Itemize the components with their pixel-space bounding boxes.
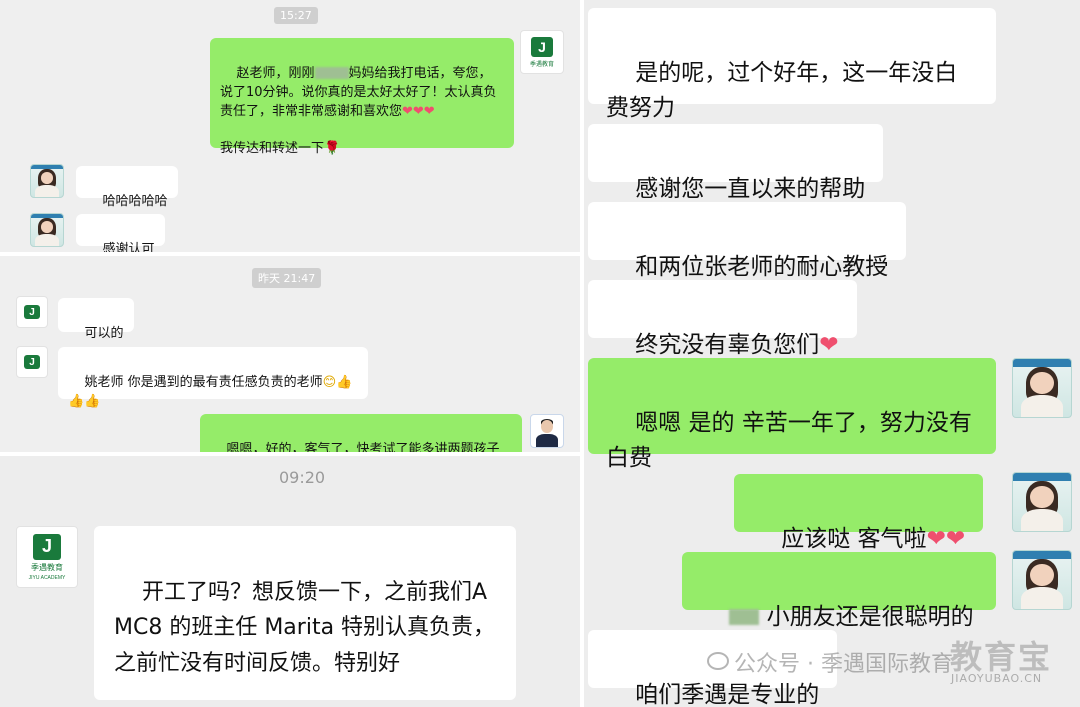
chat-panel-4: 是的呢，过个好年，这一年没白费努力 感谢您一直以来的帮助 和两位张老师的耐心教授… <box>584 0 1080 707</box>
timestamp: 昨天 21:47 <box>252 268 322 288</box>
logo-name: 季遇教育 <box>31 562 63 572</box>
heart-icon: ❤ <box>819 331 839 358</box>
logo-mark: J <box>531 36 553 57</box>
avatar-teacher[interactable] <box>30 164 64 198</box>
message-text: 赵老师，刚刚 <box>236 65 315 81</box>
message-text: 我传达和转述一下 <box>220 141 325 157</box>
chat-panel-1: 15:27 赵老师，刚刚 妈妈给我打电话，夸您，说了10分钟。说你真的是太好太好了… <box>0 0 580 252</box>
message-bubble-7[interactable]: 小朋友还是很聪明的 <box>682 552 996 630</box>
message-text: 嗯嗯，好的，客气了，快考试了能多讲两题孩子也能少点困扰 <box>226 441 500 452</box>
logo-name: 季遇教育 <box>529 61 554 68</box>
message-bubble-thanks[interactable]: 感谢认可 <box>76 214 165 252</box>
message-text: 和两位张老师的耐心教授 <box>635 253 889 280</box>
message-text: 开工了吗？想反馈一下，之前我们AMC8 的班主任 Marita 特别认真负责，之… <box>114 580 496 676</box>
chat-panel-2: 昨天 21:47 J 可以的 J 姚老师 你是遇到的最有责任感负责的老师😊👍👍👍… <box>0 256 580 452</box>
avatar-teacher[interactable] <box>1012 550 1072 610</box>
message-bubble-1[interactable]: 是的呢，过个好年，这一年没白费努力 <box>588 8 996 121</box>
avatar-jiyu-logo[interactable]: J 季遇教育 <box>520 30 564 74</box>
message-text: 姚老师 你是遇到的最有责任感负责的老师 <box>84 374 323 390</box>
watermark-site-url: JIAOYUBAO.CN <box>951 672 1043 685</box>
message-bubble-feedback[interactable]: 开工了吗？想反馈一下，之前我们AMC8 的班主任 Marita 特别认真负责，之… <box>94 526 516 700</box>
message-bubble-4[interactable]: 终究没有辜负您们❤ <box>588 280 857 358</box>
message-text: 应该哒 客气啦 <box>781 525 927 552</box>
message-bubble-haha[interactable]: 哈哈哈哈哈 <box>76 166 178 209</box>
message-bubble-2[interactable]: 感谢您一直以来的帮助 <box>588 124 884 202</box>
timestamp: 15:27 <box>274 7 318 24</box>
message-text: 感谢您一直以来的帮助 <box>635 175 866 202</box>
message-bubble-3[interactable]: 和两位张老师的耐心教授 <box>588 202 907 280</box>
avatar-jiyu-logo[interactable]: J <box>16 346 48 378</box>
redacted-name <box>729 609 760 626</box>
timestamp: 09:20 <box>279 468 326 487</box>
message-bubble-5[interactable]: 嗯嗯 是的 辛苦一年了，努力没有白费 <box>588 358 996 471</box>
redacted-name <box>314 67 349 80</box>
message-text: 感谢认可 <box>102 241 155 252</box>
message-text: 嗯嗯 是的 辛苦一年了，努力没有白费 <box>606 409 972 472</box>
avatar-teacher[interactable] <box>1012 358 1072 418</box>
rose-icon: 🌹 <box>324 141 341 157</box>
message-text: 可以的 <box>84 325 124 341</box>
message-text: 终究没有辜负您们 <box>635 331 820 358</box>
avatar-teacher[interactable] <box>30 213 64 247</box>
message-bubble-yao[interactable]: 姚老师 你是遇到的最有责任感负责的老师😊👍👍👍 <box>58 347 368 409</box>
message-text: 小朋友还是很聪明的 <box>766 603 974 630</box>
logo-mark: J <box>24 355 40 369</box>
logo-en: JIYU ACADEMY <box>28 574 66 581</box>
message-bubble-6[interactable]: 应该哒 客气啦❤❤ <box>734 474 984 552</box>
message-bubble-ok[interactable]: 可以的 <box>58 298 134 341</box>
avatar-teacher-man[interactable] <box>530 414 564 448</box>
avatar-teacher[interactable] <box>1012 472 1072 532</box>
heart-icon: ❤❤❤ <box>402 103 435 119</box>
message-text: 哈哈哈哈哈 <box>102 193 168 209</box>
heart-icon: ❤❤ <box>926 525 966 552</box>
watermark-account: 公众号 · 季遇国际教育 <box>734 652 953 677</box>
message-bubble-reply[interactable]: 嗯嗯，好的，客气了，快考试了能多讲两题孩子也能少点困扰 <box>200 414 522 452</box>
logo-mark: J <box>24 305 40 319</box>
message-text: 是的呢，过个好年，这一年没白费努力 <box>606 59 958 122</box>
chat-panel-3: 09:20 J 季遇教育 JIYU ACADEMY 开工了吗？想反馈一下，之前我… <box>0 456 580 707</box>
avatar-jiyu-logo[interactable]: J 季遇教育 JIYU ACADEMY <box>16 526 78 588</box>
avatar-jiyu-logo[interactable]: J <box>16 296 48 328</box>
logo-mark: J <box>33 533 61 560</box>
message-bubble-praise[interactable]: 赵老师，刚刚 妈妈给我打电话，夸您，说了10分钟。说你真的是太好太好了！太认真负责… <box>210 38 514 156</box>
message-text: 咱们季遇是专业的 <box>635 681 820 707</box>
